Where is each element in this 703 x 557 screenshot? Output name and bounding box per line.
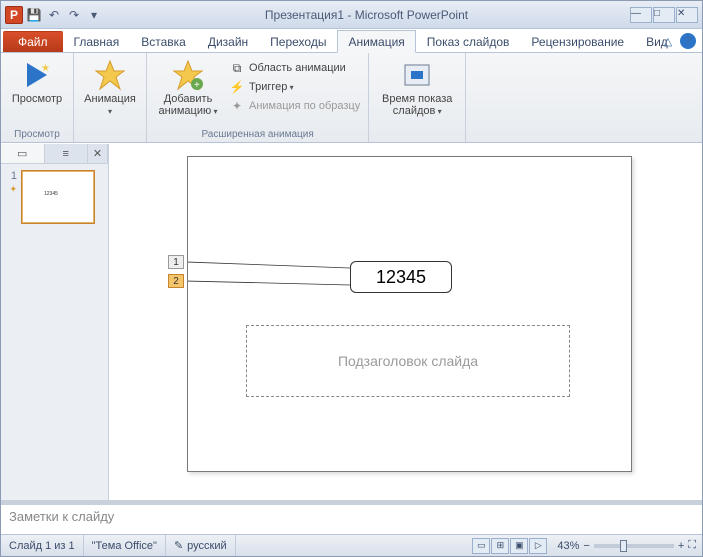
status-language[interactable]: ✎ русский — [166, 535, 236, 556]
group-advanced-animation: + Добавить анимацию ⧉ Область анимации ⚡… — [147, 53, 369, 142]
animation-pane-button[interactable]: ⧉ Область анимации — [227, 59, 362, 77]
title-bar: P 💾 ↶ ↷ ▾ Презентация1 - Microsoft Power… — [1, 1, 702, 29]
animation-indicator-icon: ✦ — [9, 184, 17, 195]
zoom-control: 43% − + ⛶ — [551, 539, 702, 552]
trigger-button[interactable]: ⚡ Триггер — [227, 78, 362, 96]
tab-animation[interactable]: Анимация — [337, 30, 415, 53]
animation-painter-icon: ✦ — [229, 98, 245, 114]
thumb-preview[interactable]: 12345 — [21, 170, 95, 224]
ribbon-tabs: Файл Главная Вставка Дизайн Переходы Ани… — [1, 29, 702, 53]
animation-tag-1[interactable]: 1 — [168, 255, 184, 269]
animation-gallery-button[interactable]: Анимация — [80, 57, 140, 119]
group-advanced-label: Расширенная анимация — [153, 128, 362, 142]
add-animation-icon: + — [172, 59, 204, 91]
subtitle-placeholder[interactable]: Подзаголовок слайда — [246, 325, 570, 397]
thumb-close-button[interactable]: ✕ — [88, 144, 108, 163]
thumb-text: 12345 — [44, 191, 58, 197]
animation-pane-icon: ⧉ — [229, 60, 245, 76]
view-buttons: ▭ ⊞ ▣ ▷ — [468, 538, 551, 554]
app-icon: P — [5, 6, 23, 24]
timing-label: Время показа слайдов — [377, 93, 457, 117]
add-animation-label: Добавить анимацию — [155, 93, 221, 117]
undo-icon[interactable]: ↶ — [45, 6, 63, 24]
title-textbox[interactable]: 12345 — [350, 261, 452, 293]
preview-button[interactable]: ★ Просмотр — [7, 57, 67, 107]
status-theme: "Тема Office" — [84, 535, 166, 556]
animation-icon — [94, 59, 126, 91]
save-icon[interactable]: 💾 — [25, 6, 43, 24]
group-animation: Анимация — [74, 53, 147, 142]
quick-access-toolbar: P 💾 ↶ ↷ ▾ — [1, 6, 103, 24]
group-preview-label: Просмотр — [7, 128, 67, 142]
thumbnail-panel: ▭ ≡ ✕ 1 ✦ 12345 — [1, 144, 109, 500]
reading-view-button[interactable]: ▣ — [510, 538, 528, 554]
group-preview: ★ Просмотр Просмотр — [1, 53, 74, 142]
ribbon: ★ Просмотр Просмотр Анимация + Добавить … — [1, 53, 702, 143]
qat-dropdown-icon[interactable]: ▾ — [85, 6, 103, 24]
tab-design[interactable]: Дизайн — [197, 30, 259, 52]
group-timing: Время показа слайдов — [369, 53, 466, 142]
help-icon[interactable]: ? — [680, 33, 696, 49]
tab-file[interactable]: Файл — [3, 31, 63, 52]
zoom-slider[interactable] — [594, 544, 674, 548]
maximize-button[interactable]: □ — [653, 7, 675, 23]
status-language-label: русский — [187, 540, 226, 552]
animation-painter-button: ✦ Анимация по образцу — [227, 97, 362, 115]
timing-icon — [401, 59, 433, 91]
preview-icon: ★ — [21, 59, 53, 91]
thumbnails-tab[interactable]: ▭ — [1, 144, 45, 163]
slide[interactable]: 1 2 12345 Подзаголовок слайда — [187, 156, 632, 472]
trigger-label: Триггер — [249, 81, 294, 93]
slideshow-view-button[interactable]: ▷ — [529, 538, 547, 554]
workspace: ▭ ≡ ✕ 1 ✦ 12345 1 2 — [1, 144, 702, 534]
status-bar: Слайд 1 из 1 "Тема Office" ✎ русский ▭ ⊞… — [1, 534, 702, 556]
svg-text:★: ★ — [41, 63, 50, 74]
tab-review[interactable]: Рецензирование — [520, 30, 635, 52]
slide-canvas[interactable]: 1 2 12345 Подзаголовок слайда — [109, 144, 702, 500]
animation-tag-2[interactable]: 2 — [168, 274, 184, 288]
slide-thumbnail[interactable]: 1 ✦ 12345 — [1, 164, 108, 230]
outline-tab[interactable]: ≡ — [45, 144, 89, 163]
animation-painter-label: Анимация по образцу — [249, 100, 360, 112]
add-animation-button[interactable]: + Добавить анимацию — [153, 57, 223, 119]
close-button[interactable]: ✕ — [676, 7, 698, 23]
zoom-in-button[interactable]: + — [678, 540, 684, 552]
notes-pane[interactable]: Заметки к слайду — [1, 500, 702, 534]
zoom-out-button[interactable]: − — [583, 540, 589, 552]
tab-slideshow[interactable]: Показ слайдов — [416, 30, 521, 52]
tab-insert[interactable]: Вставка — [130, 30, 197, 52]
tab-home[interactable]: Главная — [63, 30, 131, 52]
thumb-number: 1 — [5, 170, 17, 182]
zoom-level: 43% — [557, 540, 579, 552]
ribbon-collapse-icon[interactable]: △ — [660, 33, 676, 49]
minimize-button[interactable]: — — [630, 7, 652, 23]
status-slide-number: Слайд 1 из 1 — [1, 535, 84, 556]
svg-text:+: + — [194, 80, 200, 91]
redo-icon[interactable]: ↷ — [65, 6, 83, 24]
trigger-icon: ⚡ — [229, 79, 245, 95]
preview-label: Просмотр — [12, 93, 62, 105]
fit-to-window-button[interactable]: ⛶ — [688, 539, 696, 552]
sorter-view-button[interactable]: ⊞ — [491, 538, 509, 554]
animation-label: Анимация — [82, 93, 138, 117]
spellcheck-icon: ✎ — [174, 539, 183, 552]
animation-pane-label: Область анимации — [249, 62, 346, 74]
tab-transitions[interactable]: Переходы — [259, 30, 337, 52]
window-title: Презентация1 - Microsoft PowerPoint — [103, 8, 630, 22]
normal-view-button[interactable]: ▭ — [472, 538, 490, 554]
timing-button[interactable]: Время показа слайдов — [375, 57, 459, 119]
